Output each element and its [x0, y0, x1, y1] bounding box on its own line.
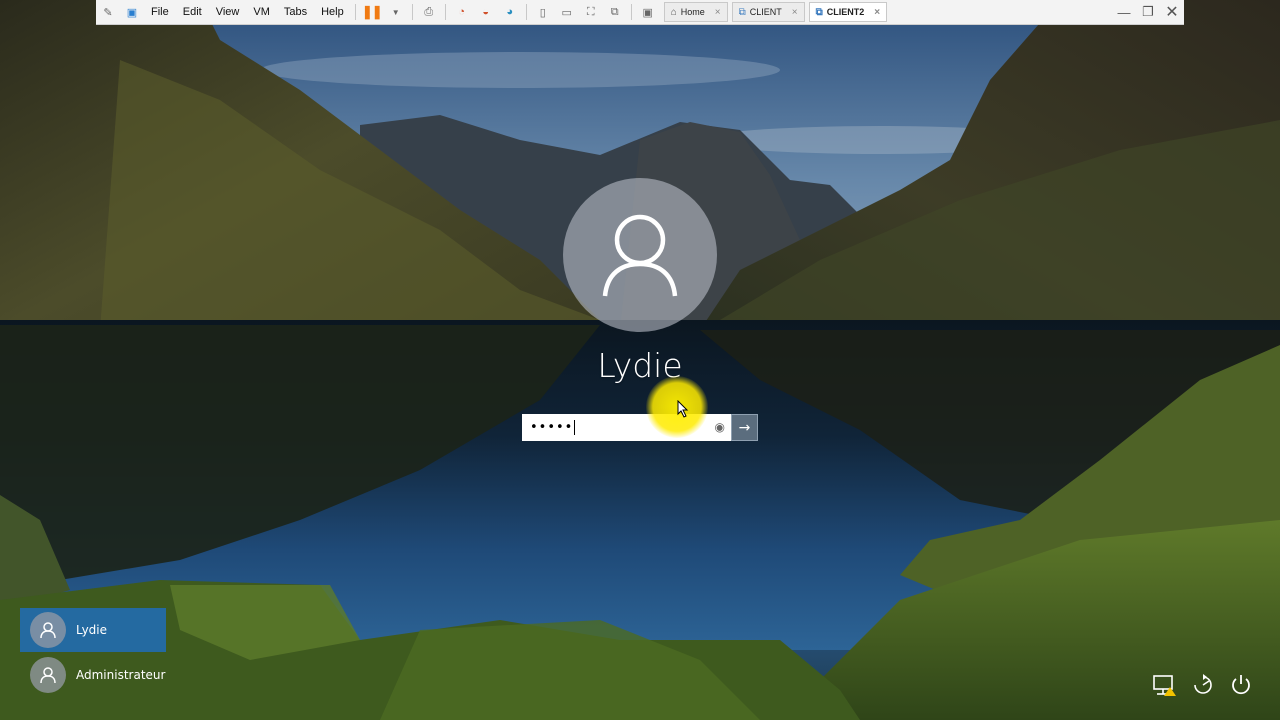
user-icon — [30, 657, 66, 693]
password-mask: ••••• — [530, 420, 574, 435]
tab-label: CLIENT — [749, 7, 782, 17]
toolbar-divider — [411, 4, 413, 20]
library-view-icon[interactable]: ▯ — [536, 5, 550, 19]
eye-icon[interactable]: ◉ — [715, 420, 726, 434]
accessibility-icon[interactable] — [1188, 670, 1218, 700]
close-icon[interactable]: × — [792, 7, 798, 18]
user-switcher: Lydie Administrateur — [20, 608, 166, 698]
unity-icon[interactable]: ⧉ — [608, 5, 622, 19]
toolbar-divider — [354, 4, 356, 20]
chevron-down-icon[interactable]: ▼ — [389, 5, 403, 19]
home-icon: ⌂ — [670, 6, 677, 18]
user-avatar — [563, 178, 717, 332]
tab-label: CLIENT2 — [826, 7, 865, 17]
user-icon — [602, 214, 678, 297]
menu-file[interactable]: File — [144, 6, 176, 18]
send-ctrl-alt-del-icon[interactable]: ⎙ — [422, 5, 436, 19]
menu-vm[interactable]: VM — [246, 6, 277, 18]
revert-snapshot-icon[interactable]: ◒ — [479, 5, 493, 19]
window-controls: — ❐ ✕ — [1112, 2, 1184, 22]
menu-help[interactable]: Help — [314, 6, 351, 18]
console-icon[interactable]: ▣ — [641, 5, 655, 19]
vmware-toolbar: ✎ ▣ File Edit View VM Tabs Help ❚❚ ▼ ⎙ ◔… — [96, 0, 1184, 25]
tab-label: Home — [680, 7, 705, 17]
password-box: ••••• ◉ → — [522, 414, 758, 441]
close-window-icon[interactable]: ✕ — [1160, 2, 1184, 22]
submit-button[interactable]: → — [731, 414, 758, 441]
toolbar-divider — [630, 4, 632, 20]
menu-tabs[interactable]: Tabs — [277, 6, 314, 18]
pin-icon[interactable]: ✎ — [101, 5, 115, 19]
toolbar-divider — [444, 4, 446, 20]
vm-icon: ⧉ — [815, 6, 823, 18]
user-item-label: Lydie — [76, 623, 108, 637]
mouse-pointer-icon — [677, 400, 689, 418]
snapshot-icon[interactable]: ◔ — [455, 5, 469, 19]
pause-icon[interactable]: ❚❚ — [362, 4, 383, 19]
tab-home[interactable]: ⌂ Home × — [663, 2, 728, 22]
close-icon[interactable]: × — [874, 7, 880, 18]
restore-icon[interactable]: ❐ — [1136, 4, 1160, 20]
vmware-logo-icon[interactable]: ▣ — [125, 5, 139, 19]
menu-view[interactable]: View — [209, 6, 247, 18]
close-icon[interactable]: × — [715, 7, 721, 18]
thumbnail-view-icon[interactable]: ▭ — [560, 5, 574, 19]
menu-edit[interactable]: Edit — [176, 6, 209, 18]
tab-client[interactable]: ⧉ CLIENT × — [731, 2, 805, 22]
user-item-lydie[interactable]: Lydie — [20, 608, 166, 652]
user-icon — [30, 612, 66, 648]
text-caret — [574, 420, 576, 435]
snapshot-manager-icon[interactable]: ◕ — [503, 5, 517, 19]
fullscreen-icon[interactable]: ⛶ — [584, 5, 598, 19]
tab-client2[interactable]: ⧉ CLIENT2 × — [808, 2, 888, 22]
user-item-label: Administrateur — [76, 668, 166, 682]
system-tray — [1150, 670, 1264, 700]
power-icon[interactable] — [1226, 670, 1256, 700]
toolbar-divider — [525, 4, 527, 20]
login-username: Lydie — [597, 346, 683, 385]
vm-icon: ⧉ — [738, 6, 746, 18]
minimize-icon[interactable]: — — [1112, 5, 1136, 20]
arrow-right-icon: → — [738, 419, 751, 436]
network-icon[interactable] — [1150, 670, 1180, 700]
user-item-administrateur[interactable]: Administrateur — [20, 653, 166, 697]
